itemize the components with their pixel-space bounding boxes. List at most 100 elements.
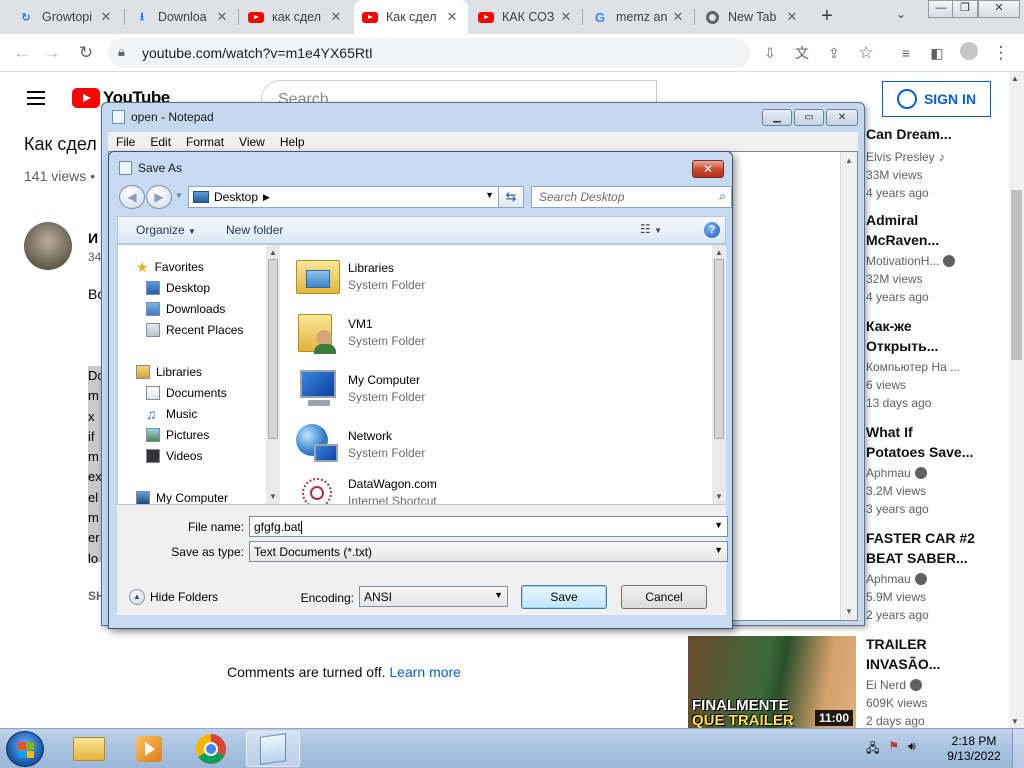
file-item[interactable]: Libraries System Folder [294, 251, 425, 301]
file-name-input[interactable]: gfgfg.bat ▼ [249, 516, 728, 537]
cancel-button[interactable]: Cancel [621, 585, 707, 609]
page-scrollbar[interactable]: ▲ ▼ [1009, 72, 1024, 728]
explorer-taskbar-button[interactable] [62, 731, 116, 767]
install-app-icon[interactable]: ⇩ [759, 42, 781, 64]
address-breadcrumb[interactable]: Desktop ▶ ▼ [188, 186, 499, 208]
hamburger-menu-icon[interactable] [27, 91, 45, 109]
nav-favorites[interactable]: ★ Favorites [136, 257, 204, 277]
tab-new-tab[interactable]: New Tab ✕ [696, 0, 808, 34]
recommendation-item[interactable]: Admiral McRaven... MotivationH... 32M vi… [866, 210, 1006, 306]
notepad-scrollbar[interactable]: ▲ ▼ [840, 152, 857, 620]
nav-recent-places[interactable]: Recent Places [146, 320, 243, 340]
file-item[interactable]: My Computer System Folder [294, 363, 425, 413]
recommendation-item[interactable]: TRAILER INVASÃO... Ei Nerd 609K views 2 … [866, 634, 1006, 730]
tab-youtube-3[interactable]: КАК СОЗ ✕ [470, 0, 582, 34]
video-thumbnail[interactable]: FINALMENTE QUE TRAILER 11:00 [688, 636, 856, 730]
media-control-icon[interactable]: ≡ [895, 42, 917, 64]
recommendation-item[interactable]: Can Dream... Elvis Presley ♪ 33M views 4 … [866, 124, 1006, 202]
media-player-taskbar-button[interactable] [122, 731, 176, 767]
new-tab-button[interactable]: + [815, 5, 839, 29]
search-desktop-input[interactable]: Search Desktop ⌕ [531, 186, 732, 208]
notepad-taskbar-button[interactable] [246, 731, 300, 767]
file-item[interactable]: DataWagon.com Internet Shortcut [294, 467, 437, 504]
close-tab-icon[interactable]: ✕ [444, 9, 460, 25]
tab-youtube-active[interactable]: Как сдел ✕ [354, 0, 468, 34]
translate-icon[interactable]: 文 [791, 42, 813, 64]
action-center-icon[interactable]: ⚑ [888, 739, 899, 760]
window-close-button[interactable]: ✕ [978, 0, 1020, 18]
save-button[interactable]: Save [521, 585, 607, 609]
refresh-button[interactable]: ⇆ [498, 186, 524, 208]
system-clock[interactable]: 2:18 PM 9/13/2022 [942, 734, 1006, 764]
side-panel-icon[interactable]: ◧ [926, 42, 948, 64]
system-tray: 🖧︎ ⚑ 🔊︎ [866, 739, 916, 760]
forward-button[interactable]: ▶ [146, 185, 172, 209]
nav-videos[interactable]: Videos [146, 446, 202, 466]
tab-download[interactable]: ⭳ Downloa ✕ [126, 0, 238, 34]
channel-name[interactable]: И [88, 230, 98, 246]
reload-icon[interactable]: ↻ [75, 42, 97, 64]
close-tab-icon[interactable]: ✕ [98, 9, 114, 25]
browser-toolbar: ← → ↻ 🔒︎ youtube.com/watch?v=m1e4YX65RtI… [0, 34, 1024, 72]
close-tab-icon[interactable]: ✕ [784, 9, 800, 25]
nav-downloads[interactable]: Downloads [146, 299, 225, 319]
nav-music[interactable]: ♫ Music [146, 404, 197, 424]
volume-icon[interactable]: 🔊︎ [908, 739, 916, 760]
forward-arrow-icon[interactable]: → [41, 42, 63, 64]
network-tray-icon[interactable]: 🖧︎ [866, 739, 879, 760]
chrome-menu-icon[interactable]: ⋮ [990, 42, 1012, 64]
hide-folders-button[interactable]: ▲ Hide Folders [129, 589, 218, 605]
sign-in-button[interactable]: SIGN IN [882, 81, 991, 117]
menu-file[interactable]: File [116, 135, 135, 149]
recent-pages-dropdown-icon[interactable]: ▼ [175, 191, 183, 200]
menu-help[interactable]: Help [280, 135, 305, 149]
new-folder-button[interactable]: New folder [226, 223, 283, 237]
notepad-minimize-button[interactable]: ▁ [762, 109, 792, 126]
encoding-select[interactable]: ANSI ▼ [359, 586, 508, 607]
notepad-close-button[interactable]: ✕ [826, 109, 858, 126]
window-minimize-button[interactable]: — [928, 0, 954, 18]
view-mode-icon[interactable]: ☷ ▼ [640, 222, 662, 236]
learn-more-link[interactable]: Learn more [389, 664, 461, 680]
tab-search-icon[interactable]: ⌄ [896, 7, 906, 21]
share-icon[interactable]: ⇪ [823, 42, 845, 64]
close-tab-icon[interactable]: ✕ [214, 9, 230, 25]
file-item[interactable]: Network System Folder [294, 419, 425, 469]
menu-edit[interactable]: Edit [150, 135, 171, 149]
close-tab-icon[interactable]: ✕ [328, 9, 344, 25]
file-item[interactable]: VM1 System Folder [294, 307, 425, 357]
back-button[interactable]: ◀ [119, 185, 145, 209]
help-icon[interactable]: ? [704, 222, 720, 238]
tab-youtube-1[interactable]: как сдел ✕ [240, 0, 352, 34]
file-list-scrollbar[interactable]: ▲ ▼ [712, 245, 726, 504]
save-as-type-select[interactable]: Text Documents (*.txt) ▼ [249, 541, 728, 562]
close-tab-icon[interactable]: ✕ [558, 9, 574, 25]
start-button[interactable] [6, 731, 44, 767]
show-desktop-button[interactable] [1012, 729, 1024, 768]
nav-desktop[interactable]: Desktop [146, 278, 210, 298]
nav-documents[interactable]: Documents [146, 383, 227, 403]
nav-libraries[interactable]: Libraries [136, 362, 202, 382]
recommendation-item[interactable]: Как-же Открыть... Компьютер На ... 6 vie… [866, 316, 1006, 412]
chrome-taskbar-button[interactable] [184, 731, 238, 767]
organize-button[interactable]: Organize ▼ [136, 223, 196, 237]
channel-subscribers: 34 [88, 250, 102, 264]
nav-pictures[interactable]: Pictures [146, 425, 209, 445]
tab-google[interactable]: G memz an ✕ [584, 0, 694, 34]
recommendation-item[interactable]: What If Potatoes Save... Aphmau 3.2M vie… [866, 422, 1006, 518]
profile-avatar-icon[interactable] [958, 42, 980, 64]
window-restore-button[interactable]: ❐ [952, 0, 978, 18]
back-arrow-icon[interactable]: ← [11, 42, 33, 64]
address-bar[interactable]: 🔒︎ youtube.com/watch?v=m1e4YX65RtI [108, 38, 750, 68]
dialog-close-button[interactable]: ✕ [692, 160, 724, 178]
navigation-scrollbar[interactable]: ▲ ▼ [266, 245, 280, 504]
recommendation-item[interactable]: FASTER CAR #2 BEAT SABER... Aphmau 5.9M … [866, 528, 1006, 624]
channel-avatar[interactable] [24, 222, 72, 270]
notepad-maximize-button[interactable]: ▭ [794, 109, 824, 126]
menu-view[interactable]: View [239, 135, 265, 149]
tab-growtopia[interactable]: ↻ Growtopi ✕ [10, 0, 122, 34]
nav-my-computer[interactable]: My Computer [136, 488, 228, 504]
close-tab-icon[interactable]: ✕ [670, 9, 686, 25]
menu-format[interactable]: Format [186, 135, 224, 149]
bookmark-star-icon[interactable]: ☆ [855, 42, 877, 64]
